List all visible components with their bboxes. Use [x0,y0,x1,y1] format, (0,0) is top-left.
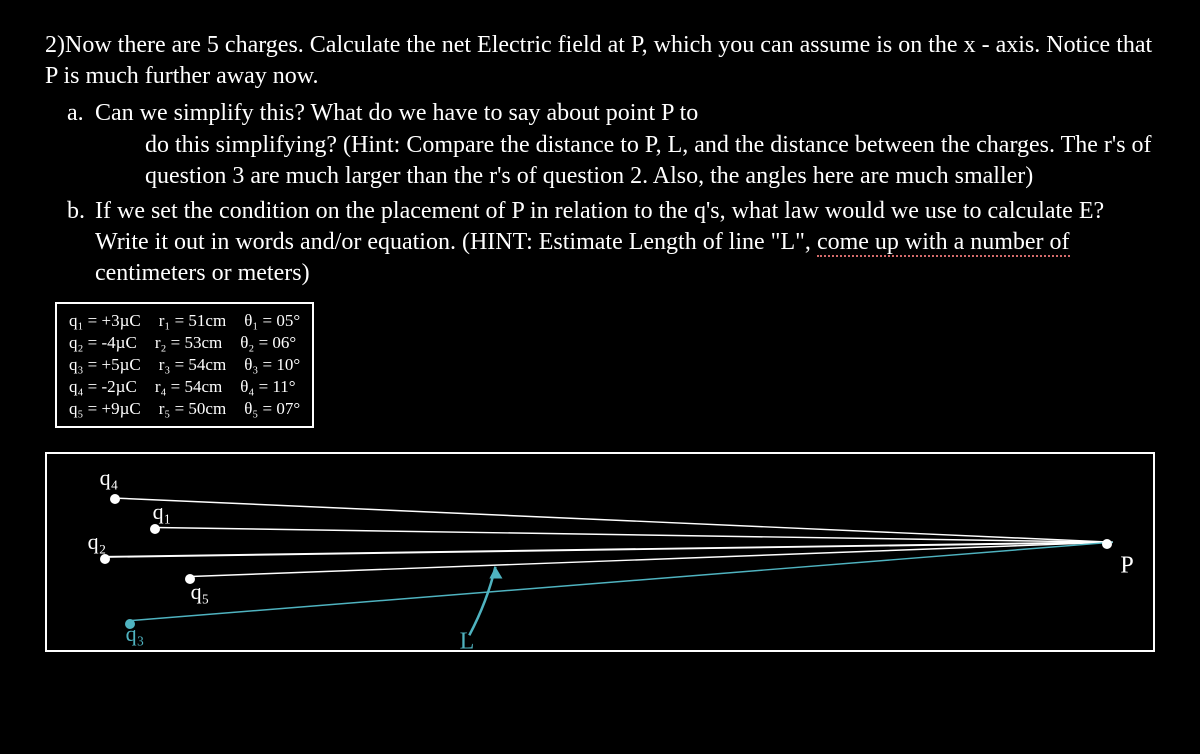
table-row: q₃ = +5µC r₃ = 54cm θ₃ = 10° [69,354,300,376]
part-b-marker: b. [67,196,85,227]
part-b: b. If we set the condition on the placem… [95,196,1155,290]
q1-dot [150,524,160,534]
q4-dot [110,494,120,504]
r-value: r₄ = 54cm [155,376,222,398]
part-a-line1: Can we simplify this? What do we have to… [95,100,698,126]
q2-dot [100,554,110,564]
part-a: a. Can we simplify this? What do we have… [95,98,1155,192]
theta-value: θ₂ = 06° [240,332,296,354]
p-dot [1102,539,1112,549]
table-row: q₅ = +9µC r₅ = 50cm θ₅ = 07° [69,398,300,420]
q3-label: q₃ [126,621,145,647]
r-value: r₁ = 51cm [159,310,226,332]
theta-value: θ₄ = 11° [240,376,295,398]
theta-value: θ₃ = 10° [244,354,300,376]
r-value: r₂ = 53cm [155,332,222,354]
r-value: r₃ = 54cm [159,354,226,376]
table-row: q₄ = -2µC r₄ = 54cm θ₄ = 11° [69,376,300,398]
q-value: q₅ = +9µC [69,398,141,420]
q-value: q₄ = -2µC [69,376,137,398]
part-a-marker: a. [67,98,84,129]
q-value: q₂ = -4µC [69,332,137,354]
theta-value: θ₅ = 07° [244,398,300,420]
q2-label: q₂ [88,529,107,555]
diagram-svg [47,454,1153,650]
r-value: r₅ = 50cm [159,398,226,420]
table-row: q₂ = -4µC r₂ = 53cm θ₂ = 06° [69,332,300,354]
problem-number: 2) [45,32,65,58]
part-b-after: centimeters or meters) [95,260,310,286]
q-value: q₁ = +3µC [69,310,141,332]
data-table: q₁ = +3µC r₁ = 51cm θ₁ = 05° q₂ = -4µC r… [55,302,314,428]
problem-intro: 2)Now there are 5 charges. Calculate the… [45,30,1155,92]
charge-diagram: q₄ q₁ q₂ q₅ q₃ P L [45,452,1155,652]
l-label: L [460,628,475,655]
part-a-body: do this simplifying? (Hint: Compare the … [95,130,1155,192]
q-value: q₃ = +5µC [69,354,141,376]
q1-label: q₁ [153,499,172,525]
q4-label: q₄ [100,465,119,491]
theta-value: θ₁ = 05° [244,310,300,332]
p-label: P [1120,552,1133,579]
part-b-underlined: come up with a number of [817,229,1070,257]
q5-label: q₅ [191,579,210,605]
table-row: q₁ = +3µC r₁ = 51cm θ₁ = 05° [69,310,300,332]
